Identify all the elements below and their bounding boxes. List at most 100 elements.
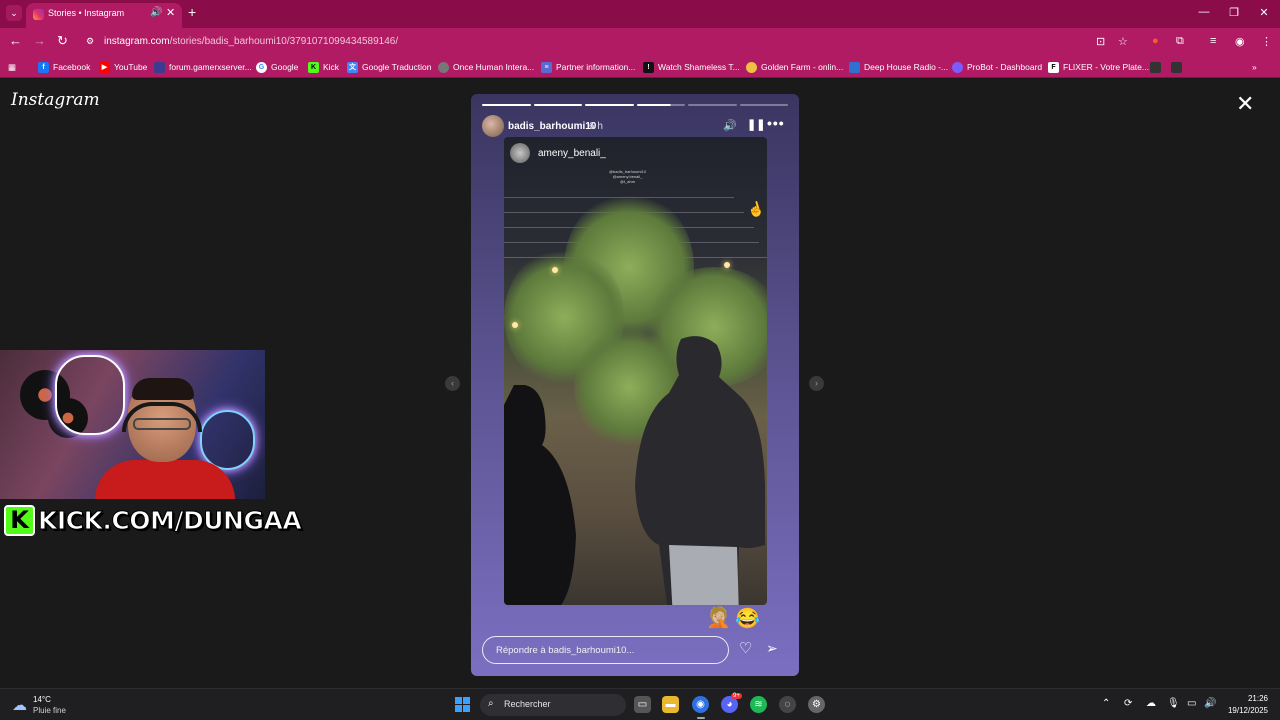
url-text[interactable]: instagram.com/stories/badis_barhoumi10/3… — [104, 36, 398, 47]
kick-channel-banner: K KICK.COM/DUNGAA — [4, 503, 302, 537]
bookmark-facebook[interactable]: f Facebook — [38, 59, 90, 75]
close-window-icon[interactable]: ✕ — [1254, 6, 1274, 19]
story-video[interactable]: ameny_benali_ @badis_barhoumi10 @ameny.b… — [504, 137, 767, 605]
avatar[interactable] — [482, 115, 504, 137]
audio-playing-icon[interactable]: 🔊 — [150, 7, 162, 18]
radio-icon — [849, 61, 860, 73]
street-light — [512, 322, 518, 328]
close-icon[interactable]: ✕ — [1236, 93, 1254, 115]
bookmark-golden-farm[interactable]: Golden Farm - onlin... — [746, 59, 843, 75]
clock-date[interactable]: 19/12/2025 — [1224, 706, 1268, 715]
glasses — [133, 418, 191, 430]
weather-description[interactable]: Pluie fine — [33, 706, 66, 715]
reload-icon[interactable]: ↻ — [57, 34, 68, 48]
bookmark-once-human[interactable]: Once Human Intera... — [438, 59, 534, 75]
restore-icon[interactable]: ❐ — [1224, 6, 1244, 19]
taskbar-search[interactable]: ⌕ Rechercher — [480, 694, 626, 716]
list-icon: ≡ — [541, 61, 552, 73]
windows-start-icon[interactable] — [455, 697, 470, 712]
task-view-icon[interactable]: ▭ — [634, 696, 651, 713]
bookmark-star-icon[interactable]: ☆ — [1118, 35, 1128, 48]
reply-input[interactable] — [482, 636, 729, 664]
previous-story-icon[interactable]: ‹ — [445, 376, 460, 391]
quick-reaction-facepalm[interactable]: 🤦🏼 — [706, 607, 731, 629]
progress-segment — [585, 104, 634, 106]
site-info-icon[interactable]: ⚙ — [86, 36, 98, 48]
heart-icon[interactable]: ♡ — [739, 641, 752, 657]
story-username[interactable]: badis_barhoumi10 — [508, 121, 596, 132]
bookmark-flixer[interactable]: F FLIXER - Votre Plate... — [1048, 59, 1149, 75]
tab-instagram-stories[interactable]: Stories • Instagram 🔊 ✕ — [26, 3, 182, 28]
weather-cloud-icon[interactable]: ☁ — [12, 696, 27, 714]
more-bookmarks-icon[interactable]: » — [1252, 59, 1257, 75]
bookmark-generic-icon — [1150, 61, 1161, 73]
app-icon[interactable]: ◌ — [779, 696, 796, 713]
back-icon[interactable]: ← — [9, 34, 22, 48]
bookmark-google[interactable]: G Google — [256, 59, 298, 75]
settings-gear-icon[interactable]: ⚙ — [808, 696, 825, 713]
spotify-icon[interactable]: ≋ — [750, 696, 767, 713]
clock-time[interactable]: 21:26 — [1236, 694, 1268, 703]
shared-story-username[interactable]: ameny_benali_ — [538, 148, 606, 159]
instagram-logo[interactable]: Instagram — [11, 90, 100, 110]
next-story-icon[interactable]: › — [809, 376, 824, 391]
cloud-icon[interactable]: ☁ — [1146, 698, 1156, 709]
once-human-icon — [438, 61, 449, 73]
person-girl — [504, 385, 576, 605]
close-tab-icon[interactable]: ✕ — [166, 6, 175, 19]
send-icon[interactable]: ➢ — [766, 640, 778, 656]
file-explorer-icon[interactable]: ▬ — [662, 696, 679, 713]
progress-segment — [739, 104, 788, 106]
chrome-icon[interactable]: ◉ — [692, 696, 709, 713]
mention-stickers[interactable]: @badis_barhoumi10 @ameny.benali_ @t_ahm — [609, 169, 646, 184]
extensions-puzzle-icon[interactable]: ⧉ — [1176, 35, 1184, 48]
browser-toolbar: ← → ↻ ⚙ instagram.com/stories/badis_barh… — [0, 28, 1280, 56]
bookmark-forum[interactable]: forum.gamerxserver... — [154, 59, 252, 75]
golden-farm-icon — [746, 61, 757, 73]
media-control-icon[interactable]: ≡ — [1210, 35, 1216, 47]
extension-icon[interactable]: ● — [1152, 35, 1159, 47]
kick-channel-url: KICK.COM/DUNGAA — [37, 505, 302, 535]
pause-icon[interactable]: ❚❚ — [747, 118, 765, 131]
bookmark-extra-2[interactable] — [1171, 59, 1186, 75]
probot-icon — [952, 61, 963, 73]
bookmark-kick[interactable]: K Kick — [308, 59, 339, 75]
network-icon[interactable]: ▭ — [1187, 698, 1196, 709]
weather-temperature[interactable]: 14°C — [33, 695, 51, 704]
progress-segment — [482, 104, 531, 106]
translate-icon: 文 — [347, 61, 358, 73]
mention-line: @t_ahm — [619, 179, 636, 184]
profile-avatar[interactable]: ◉ — [1235, 35, 1245, 48]
progress-segment — [533, 104, 582, 106]
bookmark-google-traduction[interactable]: 文 Google Traduction — [347, 59, 431, 75]
new-tab-button[interactable]: + — [188, 5, 196, 19]
webcam-overlay — [0, 350, 265, 499]
bookmark-deep-house-radio[interactable]: Deep House Radio -... — [849, 59, 948, 75]
active-app-indicator — [697, 717, 705, 719]
install-app-icon[interactable]: ⊡ — [1096, 35, 1105, 48]
progress-segment — [636, 104, 685, 106]
bookmark-youtube[interactable]: ▶ YouTube — [99, 59, 147, 75]
shared-story-avatar[interactable] — [510, 143, 530, 163]
more-options-icon[interactable]: ••• — [767, 115, 785, 131]
tab-title: Stories • Instagram — [48, 8, 125, 18]
sync-icon[interactable]: ⟳ — [1124, 698, 1132, 709]
youtube-icon: ▶ — [99, 61, 110, 73]
menu-kebab-icon[interactable]: ⋮ — [1261, 35, 1272, 48]
bookmark-probot[interactable]: ProBot - Dashboard — [952, 59, 1042, 75]
tray-overflow-chevron-icon[interactable]: ⌃ — [1102, 698, 1110, 709]
quick-reaction-laughing[interactable]: 😂 — [735, 608, 760, 630]
tab-search-button[interactable]: ⌄ — [6, 5, 22, 21]
microphone-icon[interactable]: 🎙 — [1167, 698, 1180, 709]
story-card[interactable]: badis_barhoumi10 6 h 🔊 ❚❚ ••• ameny_bena… — [471, 94, 799, 676]
apps-grid-icon[interactable]: ▦ — [8, 59, 16, 75]
bookmark-watch-shameless[interactable]: ! Watch Shameless T... — [643, 59, 740, 75]
forward-icon[interactable]: → — [33, 34, 46, 48]
bookmark-extra-1[interactable] — [1150, 59, 1165, 75]
bookmark-partner-information[interactable]: ≡ Partner information... — [541, 59, 635, 75]
volume-icon[interactable]: 🔊 — [723, 119, 737, 132]
address-bar[interactable]: ⚙ instagram.com/stories/badis_barhoumi10… — [80, 31, 1140, 53]
minimize-icon[interactable]: — — [1194, 6, 1214, 18]
story-progress-bar — [482, 104, 788, 106]
speaker-icon[interactable]: 🔊 — [1204, 698, 1216, 709]
